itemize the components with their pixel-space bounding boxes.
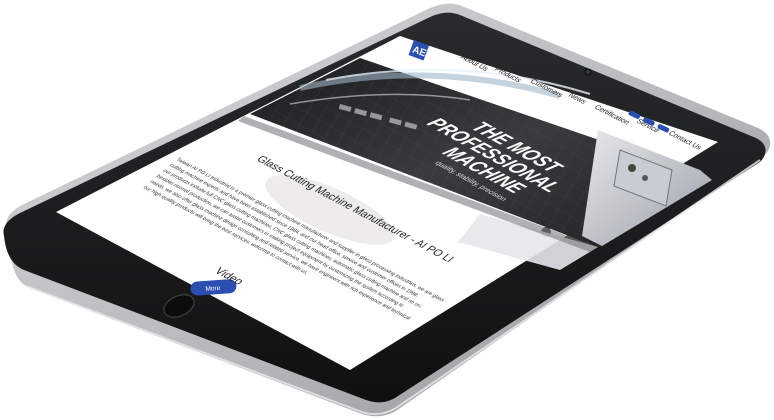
tablet-photo: THE MOST PROFESSIONAL MACHINE quality, s… (3, 3, 771, 417)
more-button-label: More (205, 285, 221, 293)
front-camera-icon (584, 68, 592, 76)
